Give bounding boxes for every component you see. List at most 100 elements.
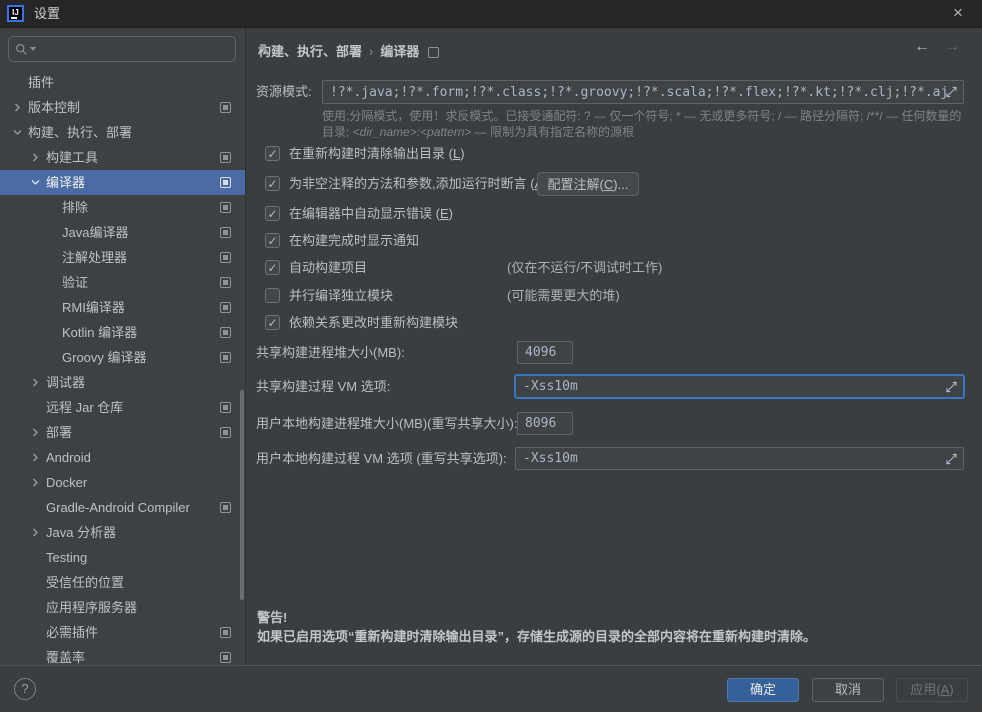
inplace-config-icon [220, 502, 231, 513]
sidebar-item[interactable]: RMI编译器 [0, 295, 246, 320]
settings-search-input[interactable] [36, 41, 229, 58]
resource-patterns-label: 资源模式: [256, 80, 312, 104]
sidebar-item[interactable]: 覆盖率 [0, 645, 246, 665]
sidebar-item[interactable]: Testing [0, 545, 246, 570]
sidebar-item-label: 注解处理器 [0, 250, 127, 265]
inplace-config-icon [220, 327, 231, 338]
search-box[interactable] [8, 36, 236, 62]
sidebar-item[interactable]: 编译器 [0, 170, 246, 195]
warning-block: 警告! 如果已启用选项“重新构建时清除输出目录”，存储生成源的目录的全部内容将在… [257, 608, 816, 646]
close-icon[interactable]: × [948, 0, 968, 26]
chevron-right-icon[interactable] [30, 377, 41, 388]
inplace-config-icon [220, 352, 231, 363]
apply-button[interactable]: 应用(A) [896, 678, 968, 702]
inplace-config-icon [220, 252, 231, 263]
sidebar-item[interactable]: 部署 [0, 420, 246, 445]
field-input[interactable]: 4096 [517, 341, 573, 364]
chevron-down-icon[interactable] [12, 127, 23, 138]
sidebar-item[interactable]: 构建、执行、部署 [0, 120, 246, 145]
sidebar-item-label: 排除 [0, 200, 88, 215]
breadcrumb: 构建、执行、部署 › 编译器 [258, 42, 439, 62]
forward-arrow-icon[interactable]: → [944, 38, 960, 56]
expand-field-icon[interactable] [946, 453, 957, 464]
sidebar-item[interactable]: Kotlin 编译器 [0, 320, 246, 345]
sidebar-item-label: 调试器 [0, 375, 85, 390]
field-input[interactable]: 8096 [517, 412, 573, 435]
sidebar-item[interactable]: Docker [0, 470, 246, 495]
history-nav: ← → [914, 38, 960, 56]
sidebar-item-label: Testing [0, 550, 87, 565]
chevron-right-icon[interactable] [30, 427, 41, 438]
field-value: 8096 [525, 416, 556, 431]
breadcrumb-separator: › [369, 42, 373, 62]
sidebar-item-label: 插件 [0, 75, 54, 90]
checkbox-label: 为非空注释的方法和参数,添加运行时断言 (A) [289, 172, 548, 196]
sidebar-item[interactable]: Java 分析器 [0, 520, 246, 545]
field-label: 共享构建进程堆大小(MB): [256, 341, 405, 364]
sidebar-item[interactable]: 必需插件 [0, 620, 246, 645]
back-arrow-icon[interactable]: ← [914, 38, 930, 56]
checkbox-checked[interactable]: ✓ [265, 260, 280, 275]
help-icon[interactable]: ? [14, 678, 36, 700]
checkbox-row: ✓在编辑器中自动显示错误 (E) [246, 202, 982, 226]
sidebar-item[interactable]: Android [0, 445, 246, 470]
chevron-right-icon[interactable] [30, 527, 41, 538]
checkbox-checked[interactable]: ✓ [265, 146, 280, 161]
checkbox-label: 依赖关系更改时重新构建模块 [289, 311, 458, 335]
field-input[interactable]: -Xss10m [515, 447, 964, 470]
checkbox-row: ✓ 在重新构建时清除输出目录 (L) [246, 142, 982, 166]
checkbox-label: 自动构建项目 [289, 256, 367, 280]
chevron-right-icon[interactable] [30, 477, 41, 488]
chevron-right-icon[interactable] [30, 452, 41, 463]
checkbox-checked[interactable]: ✓ [265, 176, 280, 191]
breadcrumb-parent[interactable]: 构建、执行、部署 [258, 42, 362, 62]
settings-sidebar: 插件版本控制构建、执行、部署构建工具编译器排除 Java编译器注解处理器验证RMI… [0, 28, 246, 665]
cancel-button[interactable]: 取消 [812, 678, 884, 702]
field-label: 共享构建过程 VM 选项: [256, 375, 390, 398]
sidebar-item[interactable]: 受信任的位置 [0, 570, 246, 595]
sidebar-scrollbar[interactable] [240, 390, 244, 600]
sidebar-item-label: Groovy 编译器 [0, 350, 147, 365]
checkbox-checked[interactable]: ✓ [265, 206, 280, 221]
sidebar-item[interactable]: 排除 [0, 195, 246, 220]
checkbox-row: ✓ 依赖关系更改时重新构建模块 [246, 311, 982, 335]
resource-patterns-input[interactable]: !?*.java;!?*.form;!?*.class;!?*.groovy;!… [322, 80, 964, 104]
sidebar-item-label: 必需插件 [0, 625, 98, 640]
checkbox-checked[interactable]: ✓ [265, 315, 280, 330]
sidebar-item[interactable]: 验证 [0, 270, 246, 295]
chevron-right-icon[interactable] [30, 152, 41, 163]
sidebar-item-label: Gradle-Android Compiler [0, 500, 190, 515]
field-label: 用户本地构建进程堆大小(MB)(重写共享大小): [256, 412, 517, 435]
sidebar-item-label: Java编译器 [0, 225, 128, 240]
checkbox-unchecked[interactable] [265, 288, 280, 303]
sidebar-item[interactable]: Gradle-Android Compiler [0, 495, 246, 520]
sidebar-item[interactable]: Groovy 编译器 [0, 345, 246, 370]
inplace-config-icon [220, 427, 231, 438]
sidebar-item[interactable]: 构建工具 [0, 145, 246, 170]
expand-field-icon[interactable] [946, 87, 957, 98]
sidebar-item[interactable]: 注解处理器 [0, 245, 246, 270]
compiler-settings-page: 构建、执行、部署 › 编译器 ← → 资源模式: !?*.java;!?*.fo… [246, 28, 982, 665]
resource-patterns-help: 使用;分隔模式，使用！求反模式。已接受通配符: ? — 仅一个符号; * — 无… [322, 108, 970, 140]
sidebar-item[interactable]: 应用程序服务器 [0, 595, 246, 620]
field-input[interactable]: -Xss10m [515, 375, 964, 398]
configure-annotations-button[interactable]: 配置注解(C)... [537, 172, 639, 196]
checkbox-checked[interactable]: ✓ [265, 233, 280, 248]
ok-button[interactable]: 确定 [727, 678, 799, 702]
sidebar-item[interactable]: 插件 [0, 70, 246, 95]
checkbox-row: ✓ 为非空注释的方法和参数,添加运行时断言 (A)配置注解(C)... [246, 172, 982, 196]
sidebar-item[interactable]: 版本控制 [0, 95, 246, 120]
sidebar-item[interactable]: 远程 Jar 仓库 [0, 395, 246, 420]
expand-field-icon[interactable] [946, 381, 957, 392]
field-value: 4096 [525, 345, 556, 360]
field-value: -Xss10m [523, 379, 578, 394]
inplace-config-icon [220, 152, 231, 163]
chevron-down-icon[interactable] [30, 177, 41, 188]
sidebar-item[interactable]: Java编译器 [0, 220, 246, 245]
sidebar-item[interactable]: 调试器 [0, 370, 246, 395]
inplace-config-icon [428, 47, 439, 58]
settings-dialog: IJ 设置 × 插件版本控制构建、执行、部署构建工具编译器排除Java编译器注解… [0, 0, 982, 712]
chevron-right-icon[interactable] [12, 102, 23, 113]
checkbox-row: ✓自动构建项目(仅在不运行/不调试时工作) [246, 256, 982, 280]
checkbox-label: 在重新构建时清除输出目录 (L) [289, 142, 465, 166]
